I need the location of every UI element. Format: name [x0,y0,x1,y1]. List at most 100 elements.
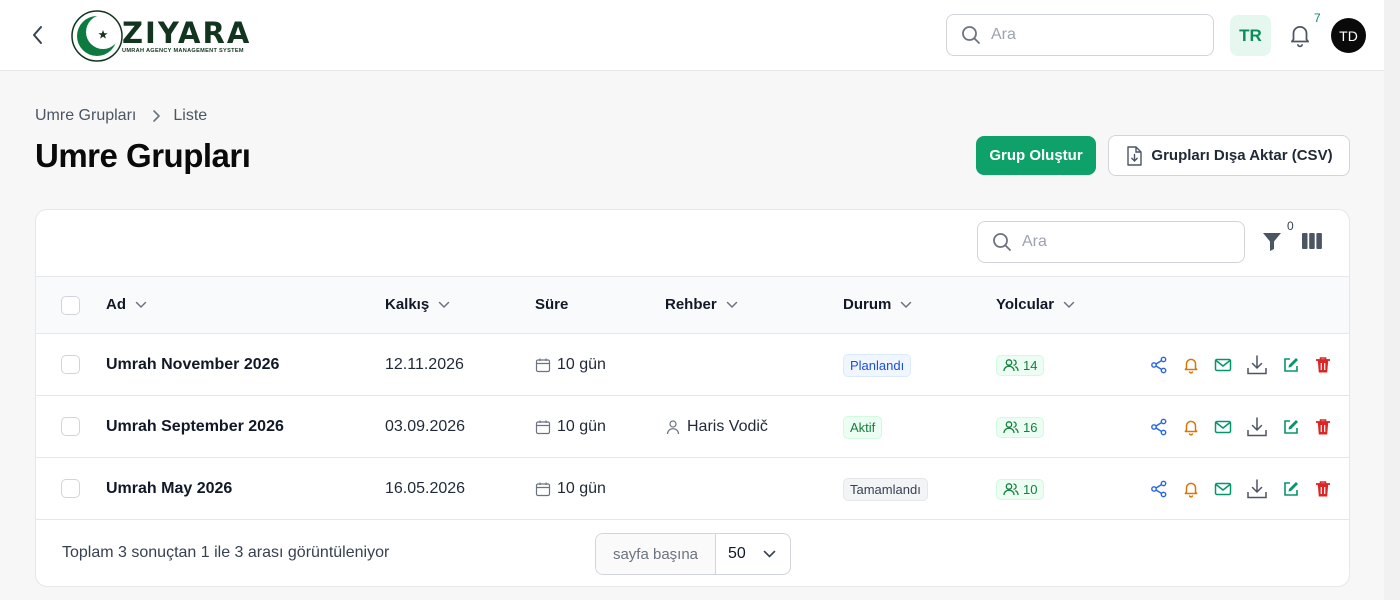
crescent-logo-icon [71,10,123,62]
chevron-down-icon [763,550,776,558]
passenger-count: 16 [1023,419,1038,435]
row-actions [1149,479,1333,499]
create-group-button[interactable]: Grup Oluştur [976,136,1096,175]
table-search [977,221,1245,263]
chevron-down-icon [1063,301,1075,308]
column-header-duration-label: Süre [535,296,569,313]
passenger-count-badge: 16 [996,416,1045,438]
breadcrumb-parent-link[interactable]: Umre Grupları [35,107,136,125]
passengers-cell: 14 [996,334,1045,396]
share-icon[interactable] [1149,355,1169,375]
status-cell: Planlandı [843,334,912,396]
back-button[interactable] [26,23,50,47]
calendar-icon [535,419,551,435]
columns-icon [1302,233,1322,249]
top-bar: ZIYARA UMRAH AGENCY MANAGEMENT SYSTEM TR… [0,0,1384,71]
row-checkbox[interactable] [61,417,80,436]
table-search-input[interactable] [1022,233,1222,251]
export-csv-button[interactable]: Grupları Dışa Aktar (CSV) [1108,135,1350,176]
page-title: Umre Grupları [35,137,251,174]
bell-icon[interactable] [1181,355,1201,375]
duration-cell: 10 gün [535,396,606,458]
passenger-count-badge: 14 [996,354,1045,376]
filter-count-badge: 0 [1287,219,1294,233]
filter-icon [1263,233,1281,251]
file-download-icon [1127,145,1143,166]
table-row[interactable]: Umrah November 2026 12.11.2026 10 gün Pl… [36,334,1349,396]
download-icon[interactable] [1245,417,1269,437]
logo[interactable]: ZIYARA UMRAH AGENCY MANAGEMENT SYSTEM [70,9,260,63]
row-checkbox[interactable] [61,479,80,498]
group-name[interactable]: Umrah September 2026 [106,396,284,458]
column-toggle-button[interactable] [1301,232,1323,250]
chevron-left-icon [33,26,42,44]
status-cell: Aktif [843,396,883,458]
column-header-departure-label: Kalkış [385,296,430,313]
language-switch-button[interactable]: TR [1230,15,1271,56]
chevron-down-icon [135,301,147,308]
pagination-summary: Toplam 3 sonuçtan 1 ile 3 arası görüntül… [62,544,390,561]
passenger-count: 14 [1023,357,1038,373]
notifications-button[interactable] [1287,22,1313,48]
users-icon [1003,483,1019,496]
passenger-count: 10 [1023,481,1038,497]
table-row[interactable]: Umrah May 2026 16.05.2026 10 gün Tamamla… [36,458,1349,520]
chevron-down-icon [901,301,912,308]
departure-date: 03.09.2026 [385,418,466,435]
status-badge: Aktif [843,415,883,439]
departure-date: 12.11.2026 [385,356,464,373]
select-all-checkbox[interactable] [61,296,80,315]
download-icon[interactable] [1245,479,1269,499]
column-header-name[interactable]: Ad [106,296,147,313]
passenger-count-badge: 10 [996,478,1045,500]
row-actions [1149,355,1333,375]
column-header-name-label: Ad [106,296,126,313]
logo-tagline: UMRAH AGENCY MANAGEMENT SYSTEM [122,47,244,54]
group-name[interactable]: Umrah November 2026 [106,334,279,396]
calendar-icon [535,481,551,497]
groups-table-card: 0 Ad Kalkış Süre Rehber Durum Yolcular [35,209,1350,587]
edit-icon[interactable] [1281,355,1301,375]
passengers-cell: 16 [996,396,1045,458]
bell-icon[interactable] [1181,417,1201,437]
breadcrumb: Umre Grupları Liste [35,107,207,125]
column-header-status[interactable]: Durum [843,296,912,313]
trash-icon[interactable] [1313,479,1333,499]
mail-icon[interactable] [1213,417,1233,437]
per-page-value: 50 [728,545,746,562]
column-header-guide[interactable]: Rehber [665,296,738,313]
column-header-departure[interactable]: Kalkış [385,296,450,313]
column-header-passengers-label: Yolcular [996,296,1055,313]
edit-icon[interactable] [1281,417,1301,437]
share-icon[interactable] [1149,479,1169,499]
per-page-label: sayfa başına [596,534,716,574]
users-icon [1003,421,1019,434]
column-header-guide-label: Rehber [665,296,717,313]
share-icon[interactable] [1149,417,1169,437]
departure-date: 16.05.2026 [385,480,466,497]
bell-icon[interactable] [1181,479,1201,499]
table-row[interactable]: Umrah September 2026 03.09.2026 10 gün H… [36,396,1349,458]
search-icon [962,26,980,44]
per-page-dropdown[interactable]: 50 [716,534,790,574]
duration-cell: 10 gün [535,458,606,520]
page-scrollbar[interactable] [1384,0,1400,600]
duration-value: 10 gün [557,418,606,435]
column-header-passengers[interactable]: Yolcular [996,296,1075,313]
mail-icon[interactable] [1213,479,1233,499]
status-badge: Planlandı [843,353,912,377]
global-search-input[interactable] [991,26,1191,44]
filter-button[interactable] [1262,230,1284,254]
trash-icon[interactable] [1313,417,1333,437]
mail-icon[interactable] [1213,355,1233,375]
user-avatar[interactable]: TD [1331,18,1366,53]
download-icon[interactable] [1245,355,1269,375]
column-header-status-label: Durum [843,296,892,313]
guide-cell: Haris Vodič [665,396,768,458]
user-icon [665,419,681,435]
row-checkbox[interactable] [61,355,80,374]
trash-icon[interactable] [1313,355,1333,375]
group-name[interactable]: Umrah May 2026 [106,458,232,520]
edit-icon[interactable] [1281,479,1301,499]
bell-icon [1291,26,1309,48]
